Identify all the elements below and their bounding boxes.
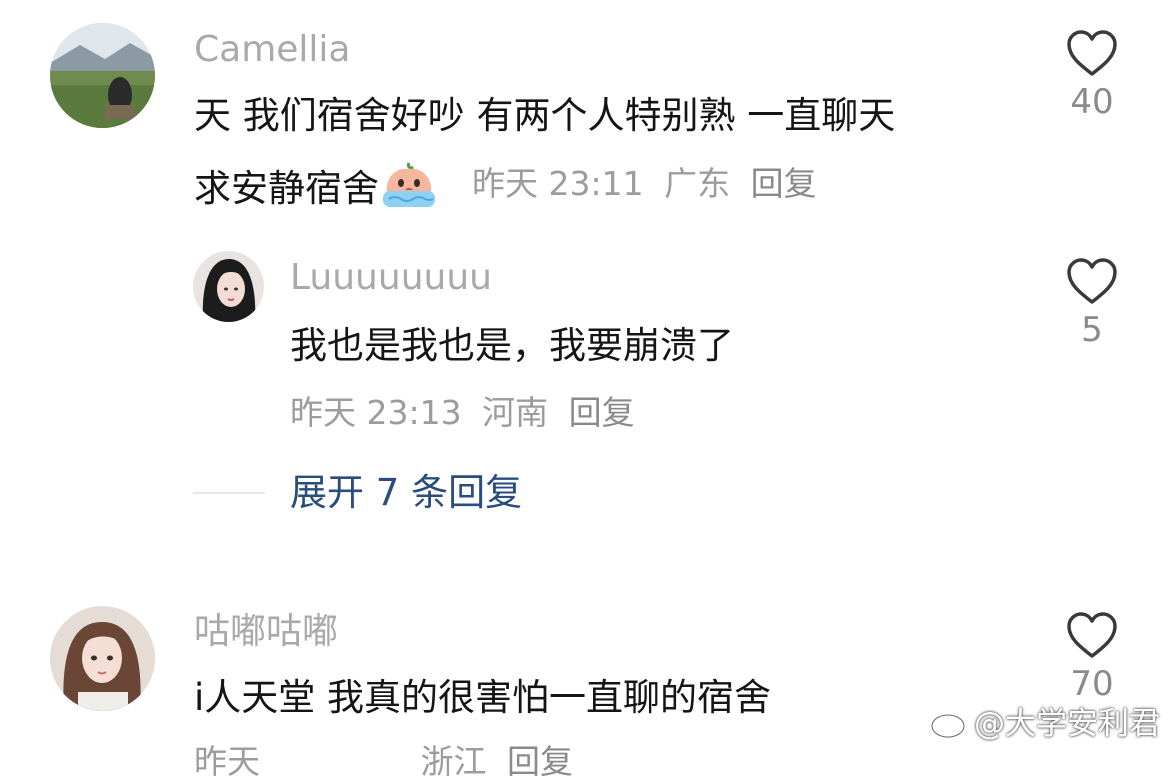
comment-username[interactable]: 咕嘟咕嘟 [194, 610, 338, 654]
expand-replies-button[interactable]: 展开 7 条回复 [290, 471, 522, 515]
like-button[interactable]: 5 [1062, 256, 1122, 350]
comment-text-line: 求安静宿舍 [194, 167, 379, 210]
comment-text: 我也是我也是，我要崩溃了 [290, 324, 734, 367]
reply-button[interactable]: 回复 [751, 164, 817, 204]
comment-location: 广东 [664, 164, 731, 203]
heart-outline-icon [1067, 612, 1117, 658]
like-count: 70 [1070, 664, 1114, 704]
crying-peach-emoji-icon [381, 161, 437, 209]
comment-time: 昨天 [194, 742, 260, 781]
avatar[interactable] [193, 251, 264, 322]
comment-username[interactable]: Luuuuuuuu [290, 256, 492, 300]
comment-meta: 昨天 23:13 河南 回复 [290, 393, 635, 433]
expand-divider [193, 492, 265, 494]
like-count: 5 [1081, 310, 1103, 350]
reply-button[interactable]: 回复 [507, 742, 573, 782]
avatar[interactable] [50, 606, 155, 711]
like-count: 40 [1070, 82, 1114, 122]
heart-outline-icon [1067, 30, 1117, 76]
comment-text: 求安静宿舍 [194, 161, 437, 211]
like-button[interactable]: 70 [1062, 610, 1122, 704]
comment-location: 浙江 [420, 742, 487, 781]
comment-meta: 昨天 浙江 回复 [194, 742, 573, 782]
watermark-text: @大学安利君 [974, 706, 1160, 742]
comment-text: 天 我们宿舍好吵 有两个人特别熟 一直聊天 [194, 94, 896, 137]
comment-text: i人天堂 我真的很害怕一直聊的宿舍 [194, 676, 772, 719]
avatar[interactable] [50, 23, 155, 128]
heart-outline-icon [1067, 258, 1117, 304]
watermark: @大学安利君 [930, 704, 1160, 744]
reply-button[interactable]: 回复 [569, 393, 635, 433]
weibo-icon [930, 706, 972, 739]
like-button[interactable]: 40 [1062, 28, 1122, 122]
comment-location: 河南 [482, 393, 549, 432]
comment-meta: 昨天 23:11 广东 回复 [472, 164, 817, 204]
comment-time: 昨天 23:13 [290, 393, 462, 432]
comment-username[interactable]: Camellia [194, 28, 350, 72]
comment-time: 昨天 23:11 [472, 164, 644, 203]
